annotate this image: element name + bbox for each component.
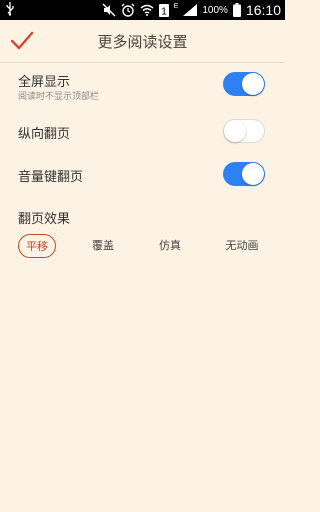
setting-sublabel: 阅读时不显示顶部栏: [18, 92, 100, 102]
toggle-knob: [242, 163, 264, 185]
effect-option-none[interactable]: 无动画: [220, 234, 264, 258]
effect-option-simulate[interactable]: 仿真: [152, 234, 188, 258]
page-effect-options: 平移 覆盖 仿真 无动画: [0, 232, 285, 260]
toggle-knob: [242, 73, 264, 95]
page-title: 更多阅读设置: [97, 33, 188, 51]
battery-percent: 100%: [202, 4, 228, 16]
toggle-knob: [224, 120, 246, 142]
setting-label: 音量键翻页: [18, 170, 84, 185]
signal-icon: [183, 4, 198, 16]
setting-label: 全屏显示: [18, 75, 71, 90]
setting-row-volume-key-paging[interactable]: 音量键翻页: [0, 160, 285, 190]
fullscreen-toggle[interactable]: [223, 72, 265, 96]
sim-icon: 1: [158, 3, 169, 17]
svg-text:1: 1: [161, 6, 167, 17]
volume-key-toggle[interactable]: [223, 162, 265, 186]
alarm-icon: [121, 3, 135, 17]
setting-row-fullscreen[interactable]: 全屏显示 阅读时不显示顶部栏: [0, 66, 285, 106]
status-bar: 1 E 100% 16:10: [0, 0, 285, 20]
title-bar: 更多阅读设置: [0, 20, 285, 63]
network-type-label: E: [173, 2, 179, 10]
clock: 16:10: [245, 2, 281, 18]
page-effect-title: 翻页效果: [18, 212, 71, 227]
setting-label: 纵向翻页: [18, 127, 71, 142]
vertical-paging-toggle[interactable]: [223, 119, 265, 143]
effect-option-cover[interactable]: 覆盖: [85, 234, 121, 258]
battery-icon: [232, 3, 241, 17]
mute-icon: [102, 3, 116, 17]
effect-option-pan[interactable]: 平移: [18, 234, 56, 258]
wifi-icon: [140, 4, 154, 16]
setting-row-vertical-paging[interactable]: 纵向翻页: [0, 118, 285, 148]
usb-icon: [5, 2, 15, 19]
